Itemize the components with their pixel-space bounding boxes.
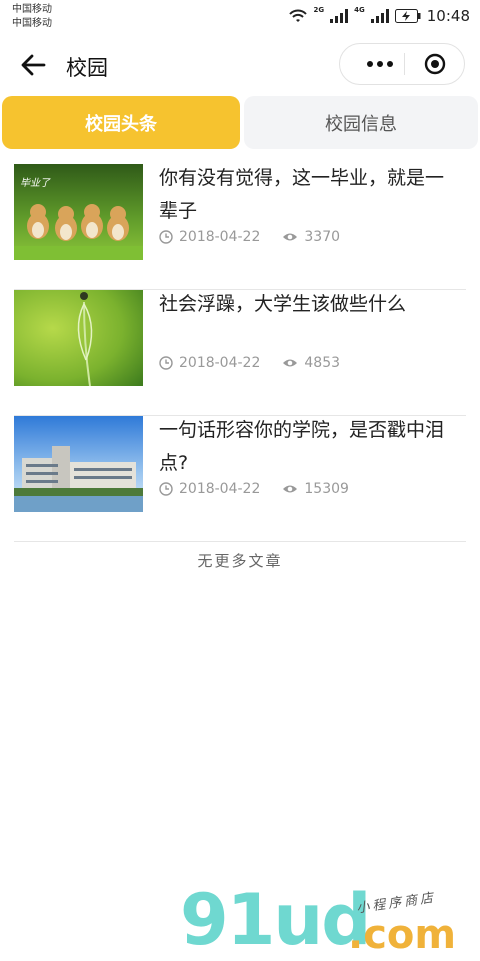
carrier-label-2: 中国移动: [12, 18, 52, 29]
page-title: 校园: [66, 56, 108, 80]
no-more-articles-text: 无更多文章: [197, 552, 283, 570]
article-thumbnail-sprout: [14, 290, 143, 386]
clock-icon: [159, 482, 173, 496]
signal-icon-2: [370, 9, 389, 23]
back-arrow-icon[interactable]: [18, 50, 48, 80]
article-title: 一句话形容你的学院，是否戳中泪点?: [159, 419, 445, 474]
article-views: 4853: [304, 355, 341, 371]
divider: [14, 541, 466, 542]
carrier-label-1: 中国移动: [12, 4, 52, 15]
article-thumbnail-campus-building: [14, 416, 143, 512]
article-date: 2018-04-22: [179, 481, 261, 497]
status-icons: 2G 4G 10:48: [288, 6, 470, 26]
thumbnail-caption: 毕业了: [20, 177, 51, 189]
article-date: 2018-04-22: [179, 355, 261, 371]
eye-icon: [283, 485, 298, 493]
target-close-icon[interactable]: [424, 53, 446, 75]
article-thumbnail-puppies: 毕业了: [14, 164, 143, 260]
article-title: 你有没有觉得，这一毕业，就是一辈子: [159, 167, 445, 222]
watermark-logo: 91ud: [180, 879, 371, 961]
network-type-1: 2G: [313, 6, 325, 14]
article-meta: 2018-04-22 15309: [159, 479, 349, 499]
clock-icon: [159, 230, 173, 244]
signal-icon: [330, 9, 349, 23]
article-item[interactable]: 一句话形容你的学院，是否戳中泪点? 2018-04-22 15309: [14, 416, 466, 542]
capsule-divider: [404, 53, 405, 75]
article-views: 15309: [304, 481, 349, 497]
more-dots-icon[interactable]: [358, 44, 402, 84]
miniprogram-capsule: [339, 43, 465, 85]
battery-charging-icon: [394, 9, 421, 23]
eye-icon: [283, 233, 298, 241]
nav-bar: 校园: [0, 34, 480, 96]
watermark: 91ud 小程序商店 .com: [180, 880, 480, 960]
network-type-2: 4G: [354, 6, 365, 14]
article-views: 3370: [304, 229, 341, 245]
article-meta: 2018-04-22 4853: [159, 353, 340, 373]
article-meta: 2018-04-22 3370: [159, 227, 340, 247]
status-bar: 中国移动 中国移动 2G 4G 10:48: [0, 0, 480, 34]
article-date: 2018-04-22: [179, 229, 261, 245]
eye-icon: [283, 359, 298, 367]
clock-icon: [159, 356, 173, 370]
tab-campus-info[interactable]: 校园信息: [244, 96, 478, 149]
clock-time: 10:48: [426, 7, 470, 25]
tab-campus-headlines[interactable]: 校园头条: [2, 96, 240, 149]
article-item[interactable]: 毕业了 你有没有觉得，这一毕业，就是一辈子 2018-04-22 3370: [14, 164, 466, 290]
wifi-icon: [288, 9, 307, 22]
article-item[interactable]: 社会浮躁，大学生该做些什么 2018-04-22 4853: [14, 290, 466, 416]
tab-bar: 校园头条 校园信息: [0, 96, 480, 149]
watermark-domain: .com: [348, 912, 457, 958]
article-title: 社会浮躁，大学生该做些什么: [159, 293, 407, 315]
